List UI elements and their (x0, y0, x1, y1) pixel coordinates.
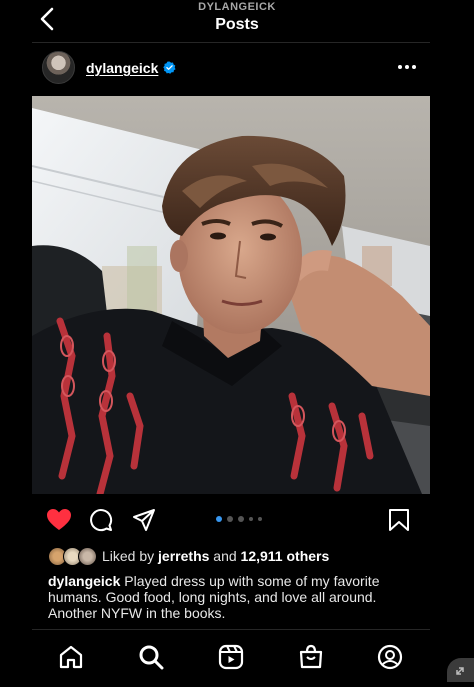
liker-username[interactable]: jerreths (158, 548, 209, 564)
carousel-indicator (216, 515, 262, 523)
carousel-dot (258, 517, 262, 521)
account-handle: DYLANGEICK (198, 1, 276, 13)
right-margin (430, 0, 474, 682)
likes-summary[interactable]: Liked by jerreths and 12,911 others (102, 548, 329, 564)
likes-middle: and (209, 548, 241, 564)
reels-icon[interactable] (218, 644, 244, 670)
likes-count[interactable]: 12,911 others (241, 548, 330, 564)
nav-divider (32, 629, 430, 630)
avatar[interactable] (42, 51, 75, 84)
shop-icon[interactable] (298, 644, 324, 670)
liker-avatar[interactable] (78, 547, 97, 566)
carousel-dot (216, 516, 222, 522)
caption-username[interactable]: dylangeick (48, 573, 120, 589)
header-divider (32, 42, 430, 43)
more-horizontal-icon[interactable] (396, 58, 418, 76)
verified-badge-icon (163, 61, 176, 74)
post-photo[interactable] (32, 96, 430, 494)
carousel-dot (227, 516, 233, 522)
page-title: Posts (215, 16, 259, 33)
search-icon[interactable] (138, 644, 164, 670)
top-header: DYLANGEICK Posts (0, 0, 474, 42)
paper-plane-icon[interactable] (132, 508, 156, 532)
left-margin (0, 0, 32, 682)
home-icon[interactable] (58, 644, 84, 670)
comment-icon[interactable] (89, 508, 113, 532)
post-username[interactable]: dylangeick (86, 60, 158, 76)
expand-corner-icon[interactable] (447, 658, 474, 682)
carousel-dot (238, 516, 244, 522)
post-caption: dylangeick Played dress up with some of … (48, 573, 408, 621)
likes-prefix: Liked by (102, 548, 159, 564)
bookmark-icon[interactable] (388, 508, 410, 532)
profile-icon[interactable] (377, 644, 403, 670)
carousel-dot (249, 517, 253, 521)
heart-filled-icon[interactable] (46, 508, 72, 532)
